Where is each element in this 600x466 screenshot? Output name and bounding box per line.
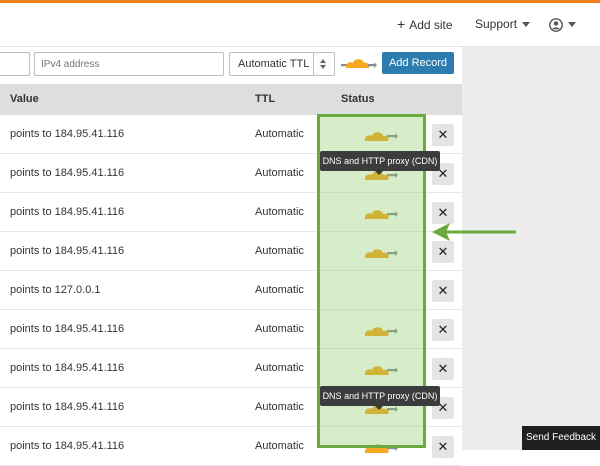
record-value: points to 127.0.0.1 [10, 284, 101, 296]
column-header-ttl: TTL [255, 93, 276, 105]
delete-record-button[interactable]: ✕ [432, 241, 454, 263]
ipv4-address-input[interactable] [34, 52, 224, 76]
arrow-left-icon [432, 223, 516, 241]
proxy-cloud-icon[interactable] [361, 205, 401, 221]
record-value: points to 184.95.41.116 [10, 245, 125, 257]
ttl-select[interactable]: Automatic TTL [229, 52, 335, 76]
record-value: points to 184.95.41.116 [10, 128, 125, 140]
table-row: points to 184.95.41.116 Automatic ✕ [0, 427, 462, 466]
record-ttl: Automatic [255, 206, 304, 218]
proxy-cloud-icon[interactable] [341, 55, 377, 71]
proxy-cloud-icon[interactable] [361, 127, 401, 143]
column-header-value: Value [10, 93, 39, 105]
chevron-down-icon [320, 65, 326, 69]
delete-record-button[interactable]: ✕ [432, 280, 454, 302]
chevron-up-icon [320, 59, 326, 63]
table-row: points to 127.0.0.1 Automatic ✕ [0, 271, 462, 310]
record-ttl: Automatic [255, 362, 304, 374]
ttl-select-value: Automatic TTL [238, 58, 310, 70]
add-record-button[interactable]: Add Record [382, 52, 454, 74]
proxy-cloud-icon[interactable] [361, 361, 401, 377]
tooltip-text: DNS and HTTP proxy (CDN) [322, 156, 438, 166]
delete-record-button[interactable]: ✕ [432, 319, 454, 341]
record-ttl: Automatic [255, 401, 304, 413]
chevron-down-icon [568, 22, 576, 28]
record-value: points to 184.95.41.116 [10, 323, 125, 335]
record-ttl: Automatic [255, 167, 304, 179]
close-icon: ✕ [437, 322, 449, 337]
record-value: points to 184.95.41.116 [10, 362, 125, 374]
column-header-status: Status [341, 93, 375, 105]
close-icon: ✕ [437, 361, 449, 376]
send-feedback-button[interactable]: Send Feedback [522, 426, 600, 450]
record-ttl: Automatic [255, 128, 304, 140]
plus-icon: + [397, 16, 406, 32]
close-icon: ✕ [437, 283, 449, 298]
record-ttl: Automatic [255, 440, 304, 452]
chevron-down-icon [522, 22, 531, 28]
right-side-panel [462, 47, 600, 450]
ttl-stepper[interactable] [313, 53, 334, 75]
proxy-cloud-icon[interactable] [361, 244, 401, 260]
table-row: points to 184.95.41.116 Automatic ✕ [0, 310, 462, 349]
proxy-cloud-icon[interactable] [361, 322, 401, 338]
delete-record-button[interactable]: ✕ [432, 436, 454, 458]
record-value: points to 184.95.41.116 [10, 401, 125, 413]
close-icon: ✕ [437, 205, 449, 220]
name-input[interactable] [0, 52, 30, 76]
close-icon: ✕ [437, 244, 449, 259]
table-header: Value TTL Status [0, 84, 462, 115]
tooltip-tail [375, 406, 383, 410]
tooltip-tail [375, 171, 383, 175]
record-ttl: Automatic [255, 284, 304, 296]
proxy-cloud-icon[interactable] [361, 439, 401, 455]
close-icon: ✕ [437, 439, 449, 454]
close-icon: ✕ [437, 127, 449, 142]
record-value: points to 184.95.41.116 [10, 206, 125, 218]
table-row: points to 184.95.41.116 Automatic ✕ [0, 115, 462, 154]
user-circle-icon [549, 17, 563, 32]
tooltip-text: DNS and HTTP proxy (CDN) [322, 391, 438, 401]
delete-record-button[interactable]: ✕ [432, 124, 454, 146]
record-ttl: Automatic [255, 245, 304, 257]
proxy-tooltip: DNS and HTTP proxy (CDN) [320, 386, 440, 410]
support-label: Support [475, 17, 518, 31]
record-ttl: Automatic [255, 323, 304, 335]
add-site-label: Add site [409, 18, 453, 32]
proxy-tooltip: DNS and HTTP proxy (CDN) [320, 151, 440, 175]
record-value: points to 184.95.41.116 [10, 440, 125, 452]
table-row: points to 184.95.41.116 Automatic ✕ [0, 232, 462, 271]
add-site-link[interactable]: + Add site [397, 3, 453, 46]
table-row: points to 184.95.41.116 Automatic ✕ [0, 193, 462, 232]
account-menu[interactable] [549, 3, 576, 46]
top-navigation: + Add site Support [0, 3, 600, 47]
support-menu[interactable]: Support [475, 3, 531, 46]
delete-record-button[interactable]: ✕ [432, 358, 454, 380]
record-value: points to 184.95.41.116 [10, 167, 125, 179]
table-row: points to 184.95.41.116 Automatic ✕ [0, 349, 462, 388]
